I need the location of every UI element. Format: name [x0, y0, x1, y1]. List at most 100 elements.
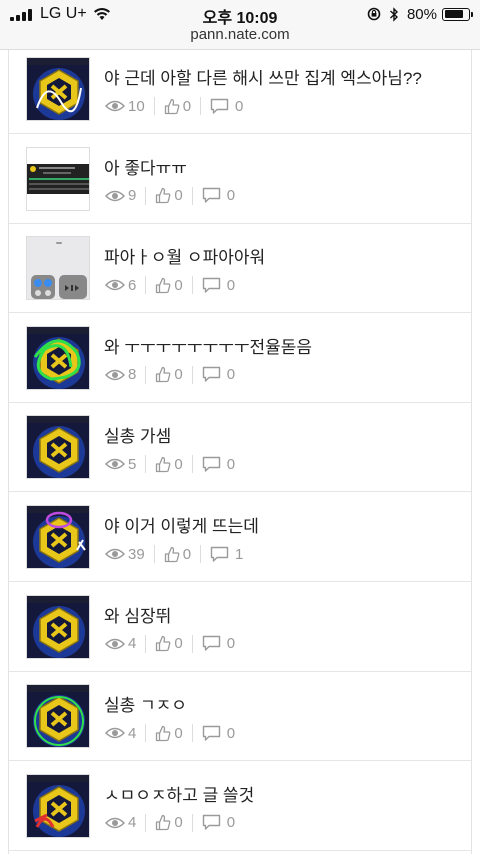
comment-count[interactable]: 1 — [210, 545, 252, 563]
thumbs-up-icon[interactable] — [155, 635, 171, 652]
view-count-icon — [105, 727, 125, 739]
post-item[interactable]: 아 좋다ㅠㅠ 9 0 0 — [9, 134, 471, 224]
comment-count[interactable]: 0 — [202, 276, 244, 294]
like-count[interactable]: 0 — [155, 724, 193, 743]
like-count[interactable]: 0 — [155, 186, 193, 205]
post-thumbnail[interactable] — [26, 415, 90, 480]
post-title[interactable]: 야 근데 아할 다른 해시 쓰만 집계 엑스아님?? — [104, 64, 422, 89]
comment-icon[interactable] — [202, 725, 221, 742]
post-title[interactable]: 아 좋다ㅠㅠ — [104, 154, 187, 179]
comment-icon[interactable] — [202, 366, 221, 383]
comment-icon[interactable] — [202, 814, 221, 831]
like-count-value: 0 — [174, 724, 183, 742]
comment-count-value: 0 — [226, 276, 236, 294]
thumbs-up-icon[interactable] — [164, 546, 180, 563]
comment-icon[interactable] — [202, 187, 221, 204]
thumbs-up-icon[interactable] — [155, 277, 171, 294]
view-count: 4 — [105, 634, 147, 653]
post-thumbnail[interactable] — [26, 325, 90, 390]
comment-icon[interactable] — [202, 277, 221, 294]
comment-icon[interactable] — [210, 546, 229, 563]
post-title[interactable]: 와 ㅜㅜㅜㅜㅜㅜㅜㅜ전율돋음 — [104, 333, 312, 358]
post-title[interactable]: 파아ㅏㅇ월 ㅇ파아아워 — [104, 243, 265, 268]
like-count-value: 0 — [174, 276, 183, 294]
rotation-lock-icon — [367, 7, 381, 21]
post-meta: 10 0 0 — [105, 97, 261, 115]
view-count-icon — [105, 459, 125, 470]
view-count: 9 — [105, 186, 147, 205]
post-item[interactable]: 실총 가셈 5 0 0 — [9, 402, 471, 493]
thumbs-up-icon[interactable] — [155, 725, 171, 742]
view-count-value: 6 — [128, 276, 137, 294]
post-thumbnail[interactable] — [26, 57, 90, 121]
post-title[interactable]: ㅅㅁㅇㅈ하고 글 쓸것 — [104, 781, 254, 806]
post-item[interactable]: 실총 ㄱㅈㅇ 4 0 0 — [9, 671, 471, 762]
like-count[interactable]: 0 — [155, 276, 193, 295]
thumbs-up-icon[interactable] — [155, 366, 171, 383]
comment-icon[interactable] — [202, 456, 221, 473]
like-count[interactable]: 0 — [155, 455, 193, 474]
comment-count[interactable]: 0 — [202, 187, 244, 205]
post-item[interactable]: 야 이거 이렇게 뜨는데 39 0 1 — [9, 492, 471, 582]
thumbs-up-icon[interactable] — [155, 187, 171, 204]
view-count: 39 — [105, 545, 155, 563]
like-count[interactable]: 0 — [164, 97, 202, 115]
post-thumbnail[interactable] — [26, 594, 90, 659]
comment-count[interactable]: 0 — [210, 97, 252, 115]
view-count: 10 — [105, 97, 155, 115]
view-count-value: 4 — [128, 814, 137, 832]
comment-count-value: 0 — [226, 635, 236, 653]
post-item[interactable]: 와 ㅜㅜㅜㅜㅜㅜㅜㅜ전율돋음 8 0 0 — [9, 313, 471, 403]
post-thumbnail[interactable] — [26, 146, 90, 211]
thumbs-up-icon[interactable] — [155, 814, 171, 831]
view-count: 5 — [105, 455, 147, 474]
post-title[interactable]: 실총 ㄱㅈㅇ — [104, 691, 187, 716]
post-thumbnail[interactable] — [26, 773, 90, 838]
comment-count[interactable]: 0 — [202, 724, 244, 742]
like-count[interactable]: 0 — [164, 545, 202, 563]
comment-count-value: 0 — [226, 814, 236, 832]
view-count: 6 — [105, 276, 147, 295]
view-count: 4 — [105, 813, 147, 832]
comment-count[interactable]: 0 — [202, 635, 244, 653]
like-count[interactable]: 0 — [155, 365, 193, 384]
post-item[interactable]: 파아ㅏㅇ월 ㅇ파아아워 6 0 0 — [9, 223, 471, 314]
thumbs-up-icon[interactable] — [155, 456, 171, 473]
post-meta: 5 0 0 — [105, 455, 253, 474]
post-item[interactable]: 와 심장뛰 4 0 0 — [9, 582, 471, 672]
comment-count-value: 0 — [226, 455, 236, 473]
post-title[interactable]: 실총 가셈 — [104, 422, 171, 447]
post-item[interactable]: 야 근데 아할 다른 해시 쓰만 집계 엑스아님?? 10 0 0 — [9, 44, 471, 134]
comment-count[interactable]: 0 — [202, 455, 244, 473]
view-count-value: 8 — [128, 366, 137, 384]
comment-icon[interactable] — [202, 635, 221, 652]
view-count-value: 39 — [128, 545, 145, 563]
comment-count[interactable]: 0 — [202, 366, 244, 384]
view-count-value: 4 — [128, 635, 137, 653]
like-count-value: 0 — [174, 455, 183, 473]
status-right: 80% — [367, 4, 473, 24]
post-thumbnail[interactable] — [26, 505, 90, 569]
thumbs-up-icon[interactable] — [164, 98, 180, 115]
comment-count[interactable]: 0 — [202, 814, 244, 832]
view-count-value: 9 — [128, 187, 137, 205]
comment-icon[interactable] — [210, 98, 229, 115]
status-bar: LG U+ 오후 10:09 80% — [0, 0, 480, 28]
battery-percent: 80% — [406, 5, 437, 23]
url-text: pann.nate.com — [190, 26, 290, 43]
like-count[interactable]: 0 — [155, 634, 193, 653]
view-count-icon — [105, 100, 125, 112]
post-title[interactable]: 야 이거 이렇게 뜨는데 — [104, 512, 259, 537]
post-item[interactable]: ㅅㅁㅇㅈ하고 글 쓸것 4 0 0 — [9, 761, 471, 851]
comment-count-value: 1 — [235, 545, 244, 563]
post-meta: 9 0 0 — [105, 186, 253, 205]
comment-count-value: 0 — [226, 366, 236, 384]
post-thumbnail[interactable] — [26, 684, 90, 749]
view-count: 8 — [105, 365, 147, 384]
comment-count-value: 0 — [226, 187, 236, 205]
post-title[interactable]: 와 심장뛰 — [104, 602, 171, 627]
view-count-icon — [105, 279, 125, 291]
like-count[interactable]: 0 — [155, 813, 193, 832]
battery-fill — [444, 10, 463, 18]
post-thumbnail[interactable] — [26, 236, 90, 301]
